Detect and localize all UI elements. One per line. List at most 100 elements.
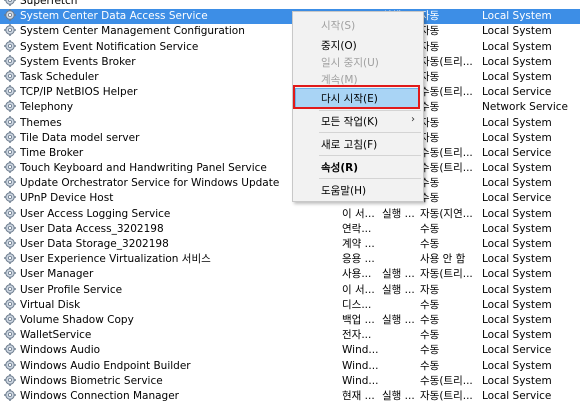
service-gear-icon (4, 343, 17, 356)
service-name: Windows Biometric Service (20, 374, 163, 387)
service-row[interactable]: Windows Biometric Service Wind... 수동(트리...… (0, 373, 580, 389)
menu-item-properties[interactable]: 속성(R) (321, 160, 358, 175)
service-row[interactable]: User Data Storage_3202198 계약 ... 수동 Local S… (0, 237, 580, 252)
menu-separator (319, 132, 421, 133)
menu-item-pause[interactable]: 일시 중지(U) (321, 55, 379, 70)
service-gear-icon (4, 358, 17, 371)
service-logon-as: Local Service (482, 192, 552, 205)
service-logon-as: Local System (482, 374, 552, 387)
service-gear-icon (4, 145, 17, 158)
service-row[interactable]: Time Broker 수동(트리... Local Service (0, 145, 580, 161)
service-row[interactable]: User Experience Virtualization 서비스 응용 ...… (0, 252, 580, 267)
services-list: Superfetch System Center Data Access Serv… (0, 0, 580, 404)
service-status: 실행 ... (382, 207, 415, 220)
service-gear-icon (4, 373, 17, 386)
service-row[interactable]: Task Scheduler 자동 Local System (0, 69, 580, 85)
service-name: User Access Logging Service (20, 207, 171, 220)
service-description: 계약 ... (342, 238, 375, 250)
menu-item-refresh[interactable]: 새로 고침(F) (321, 137, 377, 152)
service-logon-as: Local System (482, 207, 552, 220)
service-startup-type: 수동 (420, 222, 440, 235)
service-name: User Data Access_3202198 (20, 222, 164, 235)
service-row[interactable]: Virtual Disk 디스... 수동 Local System (0, 297, 580, 313)
service-row[interactable]: Windows Audio Wind... 수동 Local Service (0, 343, 580, 358)
menu-item-start[interactable]: 시작(S) (321, 18, 355, 33)
service-row[interactable]: System Center Management Configuration 자동… (0, 24, 580, 39)
service-description: 응용 ... (342, 253, 375, 266)
service-startup-type: 수동 (420, 238, 440, 250)
service-startup-type: 수동 (420, 359, 440, 372)
service-startup-type: 수동(트리... (420, 146, 473, 159)
menu-item-help[interactable]: 도움말(H) (321, 183, 366, 198)
service-startup-type: 수동(트리... (420, 86, 473, 99)
service-row[interactable]: Superfetch (0, 0, 580, 9)
service-logon-as: Network Service (482, 101, 568, 114)
service-name: Volume Shadow Copy (20, 313, 134, 326)
service-row[interactable]: User Profile Service 이 서... 실행 ... 자동 Local … (0, 282, 580, 298)
service-gear-icon (4, 9, 17, 22)
service-row[interactable]: System Event Notification Service 자동 Local… (0, 39, 580, 55)
service-startup-type: 자동 (420, 40, 440, 53)
service-logon-as: Local System (482, 116, 552, 129)
service-gear-icon (4, 69, 17, 82)
service-gear-icon (4, 267, 17, 280)
service-description: 사용... (342, 268, 372, 281)
service-startup-type: 수동 (420, 329, 440, 342)
service-row[interactable]: System Events Broker 자동(트리... Local System (0, 54, 580, 70)
service-logon-as: Local System (482, 55, 552, 68)
service-startup-type: 자동 (420, 131, 440, 144)
service-row[interactable]: System Center Data Access ServiceMicr...… (0, 9, 580, 25)
menu-item-stop[interactable]: 중지(O) (321, 38, 357, 53)
service-row[interactable]: User Manager 사용... 실행 ... 자동(트리... Local Sys… (0, 267, 580, 282)
service-logon-as: Local System (482, 329, 552, 342)
service-logon-as: Local System (482, 222, 552, 235)
service-logon-as: Local System (482, 268, 552, 281)
service-description: 이 서... (342, 283, 375, 296)
service-row[interactable]: User Access Logging Service 이 서... 실행 ... 자… (0, 206, 580, 222)
service-row[interactable]: UPnP Device Host 수동 Local Service (0, 191, 580, 206)
service-gear-icon (4, 328, 17, 341)
service-logon-as: Local System (482, 313, 552, 326)
service-row[interactable]: Tile Data model server 자동 Local System (0, 130, 580, 146)
service-startup-type: 자동 (420, 283, 440, 296)
service-name: Windows Audio Endpoint Builder (20, 359, 191, 372)
service-logon-as: Local Service (482, 86, 552, 99)
service-logon-as: Local System (482, 25, 552, 38)
service-startup-type: 자동 (420, 25, 440, 38)
service-row[interactable]: Windows Audio Endpoint Builder Wind... 수동 L… (0, 358, 580, 374)
service-gear-icon (4, 388, 17, 401)
service-logon-as: Local System (482, 162, 552, 175)
service-name: Virtual Disk (20, 298, 81, 311)
service-status: 실행 ... (382, 313, 415, 326)
service-row[interactable]: User Data Access_3202198 연락... 수동 Local Sys… (0, 221, 580, 237)
service-startup-type: 수동(트리... (420, 162, 473, 175)
service-description: 디스... (342, 298, 372, 311)
service-row[interactable]: WalletService 전자... 수동 Local System (0, 328, 580, 343)
menu-separator (319, 155, 421, 156)
service-startup-type: 수동(트리... (420, 374, 473, 387)
service-logon-as: Local System (482, 10, 552, 23)
service-row[interactable]: Touch Keyboard and Handwriting Panel Ser… (0, 161, 580, 176)
submenu-arrow-icon: › (411, 114, 415, 125)
service-row[interactable]: Telephony 수동 Network Service (0, 100, 580, 115)
service-description: Wind... (342, 374, 379, 387)
service-row[interactable]: Themes 자동 Local System (0, 115, 580, 131)
service-row[interactable]: Volume Shadow Copy 백업 ... 실행 ... 수동 Local Sy… (0, 312, 580, 328)
menu-item-all-tasks[interactable]: 모든 작업(K) (321, 114, 378, 129)
service-name: Windows Audio (20, 344, 101, 357)
restart-annotation-box (293, 85, 420, 109)
service-startup-type: 수동 (420, 298, 440, 311)
service-row[interactable]: Update Orchestrator Service for Windows … (0, 176, 580, 191)
service-startup-type: 자동 (420, 10, 440, 23)
service-gear-icon (4, 312, 17, 325)
service-startup-type: 자동 (420, 116, 440, 129)
service-logon-as: Local System (482, 359, 552, 372)
service-gear-icon (4, 130, 17, 143)
menu-separator (319, 178, 421, 179)
service-gear-icon (4, 221, 17, 234)
service-logon-as: Local System (482, 40, 552, 53)
service-gear-icon (4, 161, 17, 174)
service-row[interactable]: TCP/IP NetBIOS Helper 수동(트리... Local Servi… (0, 85, 580, 100)
service-status: 실행 ... (382, 268, 415, 281)
service-gear-icon (4, 100, 17, 113)
